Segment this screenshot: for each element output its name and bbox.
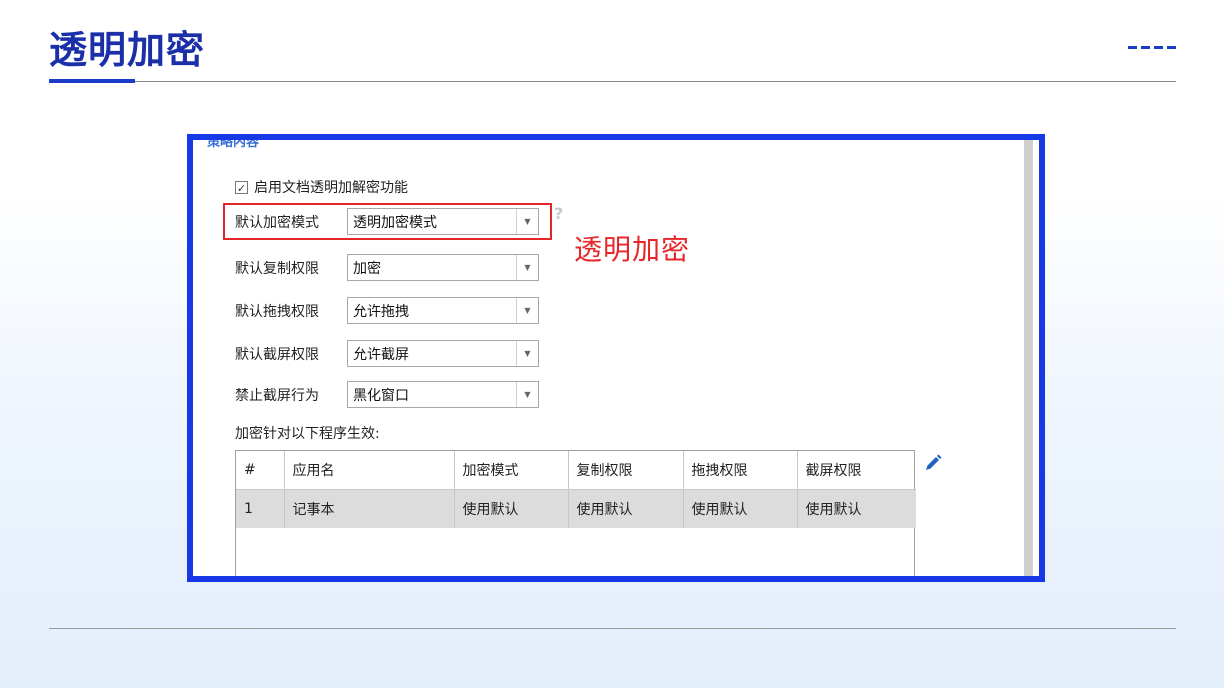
column-header-index[interactable]: #	[236, 451, 285, 490]
table-row[interactable]: 1 记事本 使用默认 使用默认 使用默认 使用默认	[236, 489, 916, 528]
settings-screenshot: 策略内容 ✓ 启用文档透明加解密功能 默认加密模式 透明加密模式 ▼ 默认复制权…	[187, 134, 1045, 582]
select-value: 加密	[353, 260, 381, 277]
field-label: 默认复制权限	[235, 260, 319, 277]
drag-permission-select[interactable]: 允许拖拽 ▼	[347, 297, 539, 324]
select-value: 黑化窗口	[353, 387, 409, 404]
block-screenshot-behavior-select[interactable]: 黑化窗口 ▼	[347, 381, 539, 408]
table-cell: 使用默认	[805, 502, 862, 518]
table-cell: 记事本	[284, 489, 455, 528]
screenshot-permission-select[interactable]: 允许截屏 ▼	[347, 340, 539, 367]
field-default-copy-permission: 默认复制权限 加密 ▼	[235, 254, 539, 281]
highlight-box	[223, 203, 552, 240]
slide-title: 透明加密	[49, 28, 206, 72]
annotation-label: 透明加密	[574, 233, 691, 266]
section-heading: 策略内容	[207, 135, 260, 150]
dash-decoration-icon	[1128, 46, 1176, 50]
column-header-encrypt-mode[interactable]: 加密模式	[454, 451, 569, 490]
table-cell: 使用默认	[568, 489, 684, 528]
column-header-screenshot-permission[interactable]: 截屏权限	[797, 451, 916, 490]
field-default-screenshot-permission: 默认截屏权限 允许截屏 ▼	[235, 340, 539, 367]
field-label: 禁止截屏行为	[235, 387, 319, 404]
column-header-drag-permission[interactable]: 拖拽权限	[683, 451, 798, 490]
column-header-copy-permission[interactable]: 复制权限	[568, 451, 684, 490]
program-table: # 应用名 加密模式 复制权限 拖拽权限 截屏权限 1 记事本 使用默认 使用默…	[235, 450, 916, 576]
field-block-screenshot-behavior: 禁止截屏行为 黑化窗口 ▼	[235, 381, 539, 408]
table-cell: 使用默认	[683, 489, 798, 528]
table-cell: 1	[236, 489, 285, 528]
help-icon[interactable]: ?	[554, 204, 563, 223]
chevron-down-icon[interactable]: ▼	[516, 255, 538, 280]
pencil-icon[interactable]	[923, 453, 943, 473]
copy-permission-select[interactable]: 加密 ▼	[347, 254, 539, 281]
column-header-app-name[interactable]: 应用名	[284, 451, 455, 490]
chevron-down-icon[interactable]: ▼	[516, 298, 538, 323]
select-value: 允许截屏	[353, 346, 409, 363]
field-label: 默认截屏权限	[235, 346, 319, 363]
bottom-divider	[49, 628, 1176, 629]
table-cell: 使用默认	[454, 489, 569, 528]
title-accent-bar	[49, 79, 135, 83]
table-caption: 加密针对以下程序生效:	[235, 426, 380, 442]
settings-panel: 策略内容 ✓ 启用文档透明加解密功能 默认加密模式 透明加密模式 ▼ 默认复制权…	[193, 140, 1039, 576]
field-default-drag-permission: 默认拖拽权限 允许拖拽 ▼	[235, 297, 539, 324]
title-divider	[49, 81, 1176, 82]
enable-encryption-option[interactable]: ✓ 启用文档透明加解密功能	[235, 177, 408, 197]
chevron-down-icon[interactable]: ▼	[516, 341, 538, 366]
enable-encryption-checkbox[interactable]: ✓	[235, 180, 248, 195]
chevron-down-icon[interactable]: ▼	[516, 382, 538, 407]
select-value: 允许拖拽	[353, 303, 409, 320]
table-header-row: # 应用名 加密模式 复制权限 拖拽权限 截屏权限	[236, 451, 916, 490]
field-label: 默认拖拽权限	[235, 303, 319, 320]
enable-encryption-label: 启用文档透明加解密功能	[254, 180, 408, 196]
vertical-scrollbar[interactable]	[1024, 140, 1033, 576]
